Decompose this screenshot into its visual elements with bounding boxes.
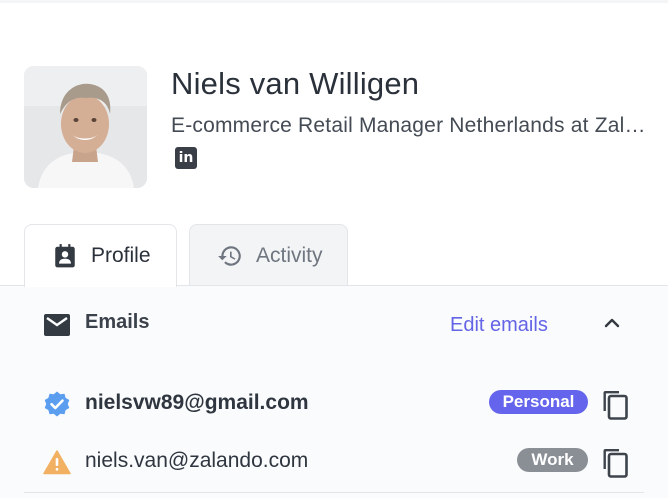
- tab-profile-label: Profile: [91, 244, 151, 267]
- emails-section-title: Emails: [85, 311, 150, 333]
- email-address: niels.van@zalando.com: [85, 449, 309, 472]
- person-photo: [24, 66, 147, 188]
- verified-badge-icon: [44, 391, 70, 417]
- top-divider: [0, 0, 668, 3]
- tab-activity-label: Activity: [256, 243, 323, 267]
- email-address: nielsvw89@gmail.com: [85, 391, 309, 414]
- linkedin-icon[interactable]: in: [175, 147, 197, 169]
- section-divider: [24, 492, 644, 493]
- profile-headline: E-commerce Retail Manager Netherlands at…: [171, 114, 651, 137]
- edit-emails-link[interactable]: Edit emails: [450, 314, 548, 337]
- contact-card-icon: [55, 244, 75, 268]
- history-icon: [218, 245, 241, 266]
- email-type-badge: Work: [517, 448, 588, 472]
- tab-profile[interactable]: Profile: [24, 224, 177, 287]
- copy-icon[interactable]: [601, 390, 629, 420]
- tab-activity[interactable]: Activity: [189, 224, 348, 286]
- chevron-up-icon[interactable]: [601, 312, 623, 334]
- email-row: nielsvw89@gmail.com Personal: [0, 384, 668, 424]
- email-row: niels.van@zalando.com Work: [0, 442, 668, 482]
- mail-icon: [44, 314, 70, 336]
- profile-name: Niels van Willigen: [171, 66, 420, 101]
- email-type-badge: Personal: [489, 390, 588, 414]
- avatar: [24, 66, 147, 188]
- copy-icon[interactable]: [601, 448, 629, 478]
- warning-icon: [43, 450, 71, 475]
